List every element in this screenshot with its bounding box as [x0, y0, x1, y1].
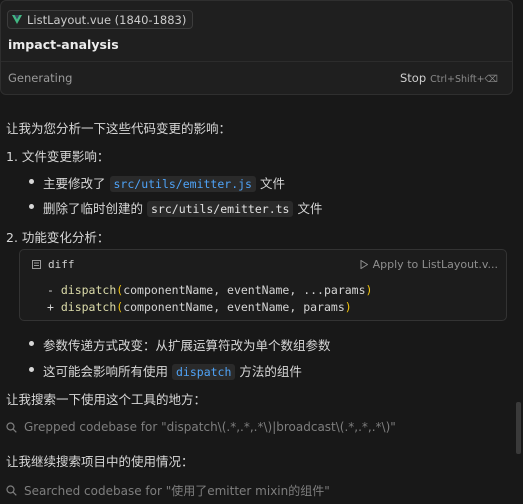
stop-button[interactable]: Stop Ctrl+Shift+⌫ — [400, 71, 498, 85]
code-block-header: diff — [32, 258, 75, 271]
generating-status: Generating — [8, 71, 73, 85]
search-icon — [6, 485, 17, 496]
scrollbar-thumb[interactable] — [516, 402, 521, 454]
diff-sign: + — [47, 300, 61, 314]
continue-text: 让我继续搜索项目中的使用情况： — [6, 454, 194, 469]
stop-shortcut: Ctrl+Shift+⌫ — [430, 74, 498, 85]
search-intro-text: 让我搜索一下使用这个工具的地方： — [6, 392, 207, 407]
bullet-text: 这可能会影响所有使用 — [43, 364, 169, 379]
list-item: 这可能会影响所有使用 dispatch 方法的组件 — [29, 361, 302, 380]
diff-line-removed: - dispatch(componentName, eventName, ...… — [47, 283, 373, 297]
diff-line-added: + dispatch(componentName, eventName, par… — [47, 300, 352, 314]
search-icon — [6, 421, 17, 433]
inline-code: src/utils/emitter.ts — [147, 201, 294, 217]
bullet-text: 文件 — [259, 176, 285, 191]
list-item: 主要修改了 src/utils/emitter.js 文件 — [29, 173, 285, 192]
play-icon — [360, 260, 368, 269]
function-args: componentName, eventName, ...params — [123, 283, 366, 297]
inline-code: dispatch — [172, 364, 236, 380]
card-divider — [1, 61, 512, 62]
tool-call-label: Searched codebase for "使用了emitter mixin的… — [24, 484, 330, 498]
section1-heading: 1. 文件变更影响： — [6, 149, 110, 164]
composer-card: ListLayout.vue (1840-1883) impact-analys… — [0, 0, 513, 95]
list-item: 参数传递方式改变：从扩展运算符改为单个数组参数 — [29, 335, 331, 354]
conversation-title: impact-analysis — [8, 37, 119, 52]
file-context-chip[interactable]: ListLayout.vue (1840-1883) — [7, 10, 194, 29]
bullet-text: 文件 — [297, 201, 323, 216]
intro-text: 让我为您分析一下这些代码变更的影响： — [6, 121, 232, 136]
function-args: componentName, eventName, params — [123, 300, 345, 314]
tool-call-label: Grepped codebase for "dispatch\(.*,.*,.*… — [24, 420, 396, 434]
apply-label: Apply to ListLayout.v... — [372, 258, 498, 271]
tool-call-search[interactable]: Searched codebase for "使用了emitter mixin的… — [6, 482, 330, 499]
inline-code: src/utils/emitter.js — [109, 176, 256, 192]
code-block: diff Apply to ListLayout.v... - dispatch… — [19, 249, 507, 321]
list-item: 删除了临时创建的 src/utils/emitter.ts 文件 — [28, 198, 323, 217]
diff-sign: - — [47, 283, 61, 297]
bullet-text: 方法的组件 — [239, 364, 302, 379]
vue-file-icon — [12, 15, 22, 24]
tool-call-grep[interactable]: Grepped codebase for "dispatch\(.*,.*,.*… — [6, 420, 396, 434]
file-icon — [32, 260, 41, 269]
bullet-text: 删除了临时创建的 — [43, 201, 144, 216]
function-name: dispatch — [60, 283, 117, 297]
bullet-text: 主要修改了 — [43, 176, 106, 191]
stop-label: Stop — [399, 71, 427, 85]
apply-button[interactable]: Apply to ListLayout.v... — [360, 258, 498, 271]
file-chip-label: ListLayout.vue (1840-1883) — [27, 12, 187, 27]
function-name: dispatch — [60, 300, 117, 314]
code-language: diff — [48, 258, 75, 271]
section2-heading: 2. 功能变化分析： — [6, 230, 110, 245]
